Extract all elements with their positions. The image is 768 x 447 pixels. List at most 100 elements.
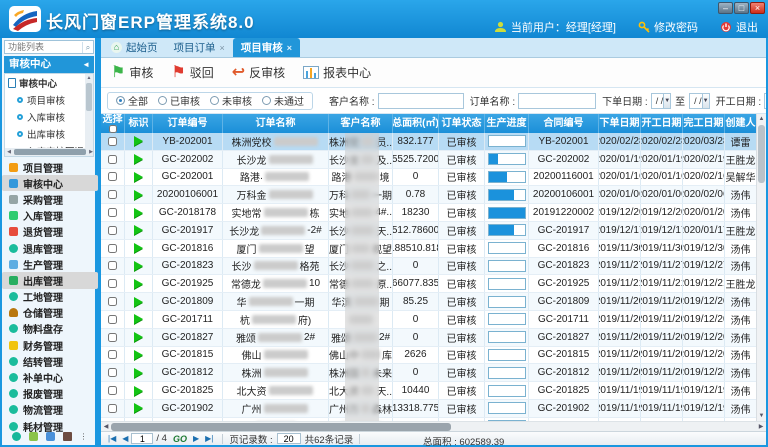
tree-vertical-scrollbar[interactable]: ▲ — [85, 74, 93, 148]
row-checkbox[interactable] — [108, 190, 117, 199]
first-page-button[interactable]: |◀ — [108, 434, 116, 443]
page-size-input[interactable] — [277, 433, 301, 444]
tab[interactable]: ⌂ 起始页 — [103, 38, 166, 57]
table-row[interactable]: GC-201823 长沙格苑 长沙之.. 0 已审核 GC-201823 201… — [101, 258, 756, 276]
sidebar-menu-item[interactable]: 工地管理 — [2, 289, 98, 305]
row-checkbox[interactable] — [108, 315, 117, 324]
column-header[interactable]: 合同编号 — [529, 114, 599, 133]
table-row[interactable]: GC-202002 长沙龙 长沙龙及.. 65525.7200.. 已审核 GC… — [101, 151, 756, 169]
go-button[interactable]: GO — [173, 434, 187, 444]
table-row[interactable]: GC-2018178 实地常栋 实地4#.. 18230 已审核 2019122… — [101, 204, 756, 222]
table-row[interactable]: GC-201902 广州 广州万森林 13318.775 已审核 GC-2019… — [101, 400, 756, 418]
sidebar-menu-item[interactable]: 入库管理 — [2, 208, 98, 224]
table-row[interactable]: GC-201809 华一期 华滨期 85.25 已审核 GC-201809 20… — [101, 293, 756, 311]
sidebar-menu-item[interactable]: 退货管理 — [2, 224, 98, 240]
more-icon[interactable]: ⋮ — [80, 432, 89, 441]
row-checkbox[interactable] — [108, 226, 117, 235]
column-header[interactable]: 选择 — [101, 114, 125, 133]
sidebar-tree-item[interactable]: 出库审核 — [5, 125, 93, 142]
row-checkbox[interactable] — [108, 155, 117, 164]
change-password-button[interactable]: 修改密码 — [638, 19, 698, 35]
filter-radio[interactable]: 未审核 — [210, 93, 252, 108]
logout-button[interactable]: 退出 — [720, 19, 758, 35]
sidebar-menu-item[interactable]: 报废管理 — [2, 386, 98, 402]
filter-radio[interactable]: 未通过 — [262, 93, 304, 108]
select-all-checkbox[interactable] — [109, 125, 117, 133]
calendar-dropdown-icon[interactable]: ▼ — [664, 93, 671, 109]
toolbar-button[interactable]: ⚑ 审核 — [111, 64, 153, 81]
row-checkbox[interactable] — [108, 279, 117, 288]
scroll-down-icon[interactable]: ▼ — [757, 411, 766, 421]
cart-icon[interactable] — [29, 432, 38, 441]
sidebar-menu-item[interactable]: 采购管理 — [2, 191, 98, 207]
row-checkbox[interactable] — [108, 368, 117, 377]
column-header[interactable]: 订单名称 — [223, 114, 329, 133]
table-row[interactable]: 20200106001 万科金 万科一期 0.78 已审核 2020010600… — [101, 186, 756, 204]
scroll-left-icon[interactable]: ◀ — [101, 423, 111, 430]
tab[interactable]: 项目审核 × — [233, 38, 300, 57]
tree-horizontal-scrollbar[interactable]: ◀ ▶ — [5, 148, 94, 156]
scroll-up-icon[interactable]: ▲ — [757, 114, 766, 124]
filter-radio[interactable]: 已审核 — [158, 93, 200, 108]
sidebar-menu-item[interactable]: 项目管理 — [2, 159, 98, 175]
column-header[interactable]: 创建人 — [725, 114, 756, 133]
order-name-input[interactable] — [518, 93, 596, 109]
row-checkbox[interactable] — [108, 333, 117, 342]
scrollbar-thumb[interactable] — [758, 125, 765, 183]
start-date-input[interactable]: / / — [764, 93, 766, 109]
column-header[interactable]: 生产进度 — [485, 114, 529, 133]
row-checkbox[interactable] — [108, 350, 117, 359]
sidebar-menu-item[interactable]: 结转管理 — [2, 353, 98, 369]
page-number-input[interactable] — [131, 433, 153, 444]
toolbar-button[interactable]: 报表中心 — [303, 64, 371, 81]
table-row[interactable]: GC-202001 路港· 路港境 0 已审核 20200116001 2020… — [101, 169, 756, 187]
toolbar-button[interactable]: ↩ 反审核 — [232, 64, 285, 81]
row-checkbox[interactable] — [108, 386, 117, 395]
scrollbar-thumb[interactable] — [111, 423, 451, 431]
sidebar-menu-item[interactable]: 退库管理 — [2, 240, 98, 256]
column-header[interactable]: 下单日期 — [599, 114, 641, 133]
collapse-icon[interactable]: ◄ — [82, 56, 90, 73]
prev-page-button[interactable]: ◀ — [122, 434, 128, 443]
customer-name-input[interactable] — [378, 93, 464, 109]
close-button[interactable]: × — [750, 2, 765, 14]
tab[interactable]: 项目订单 × — [166, 38, 233, 57]
sidebar-menu-item[interactable]: 仓储管理 — [2, 305, 98, 321]
table-row[interactable]: GC-201816 厦门望 厦门观望 188510.818 已审核 GC-201… — [101, 240, 756, 258]
row-checkbox[interactable] — [108, 208, 117, 217]
search-icon[interactable]: ⌕ — [82, 42, 93, 53]
scroll-right-icon[interactable]: ▶ — [756, 423, 766, 430]
scroll-up-icon[interactable]: ▲ — [85, 74, 93, 82]
close-icon[interactable]: × — [220, 43, 225, 53]
sidebar-menu-item[interactable]: 生产管理 — [2, 256, 98, 272]
column-header[interactable]: 总面积(㎡) — [393, 114, 439, 133]
row-checkbox[interactable] — [108, 261, 117, 270]
table-row[interactable]: GC-201825 北大资 北大资天.. 10440 已审核 GC-201825… — [101, 382, 756, 400]
maximize-button[interactable]: □ — [734, 2, 749, 14]
tree-root[interactable]: 审核中心 — [5, 74, 93, 91]
module-dot-icon[interactable] — [12, 432, 21, 441]
table-row[interactable]: GC-201925 常德龙10 常德原.. 266077.835.. 已审核 G… — [101, 275, 756, 293]
column-header[interactable]: 完工日期 — [683, 114, 725, 133]
table-row[interactable]: GC-201827 雅颂2# 雅颂2# 0 已审核 GC-201827 2019… — [101, 329, 756, 347]
column-header[interactable]: 客户名称 — [329, 114, 393, 133]
column-header[interactable]: 开工日期 — [641, 114, 683, 133]
toolbar-button[interactable]: ⚑ 驳回 — [171, 64, 213, 81]
sidebar-menu-item[interactable]: 审核中心 — [2, 175, 98, 191]
next-page-button[interactable]: ▶ — [193, 434, 199, 443]
minimize-button[interactable]: – — [718, 2, 733, 14]
row-checkbox[interactable] — [108, 297, 117, 306]
sidebar-tree-item[interactable]: 项目审核 — [5, 91, 93, 108]
table-row[interactable] — [101, 418, 756, 421]
sidebar-menu-item[interactable]: 补单中心 — [2, 369, 98, 385]
last-page-button[interactable]: ▶| — [205, 434, 213, 443]
order-date-to-input[interactable]: / / — [689, 93, 703, 109]
calendar-dropdown-icon[interactable]: ▼ — [703, 93, 710, 109]
sidebar-menu-item[interactable]: 出库管理 — [2, 272, 98, 288]
table-row[interactable]: GC-201812 株洲 株洲国未来 0 已审核 GC-201812 2019/… — [101, 364, 756, 382]
book-icon[interactable] — [63, 432, 72, 441]
order-date-from-input[interactable]: / / — [651, 93, 665, 109]
row-checkbox[interactable] — [108, 172, 117, 181]
close-icon[interactable]: × — [287, 43, 292, 53]
table-row[interactable]: GC-201815 佛山 佛山中库 2626 已审核 GC-201815 201… — [101, 347, 756, 365]
